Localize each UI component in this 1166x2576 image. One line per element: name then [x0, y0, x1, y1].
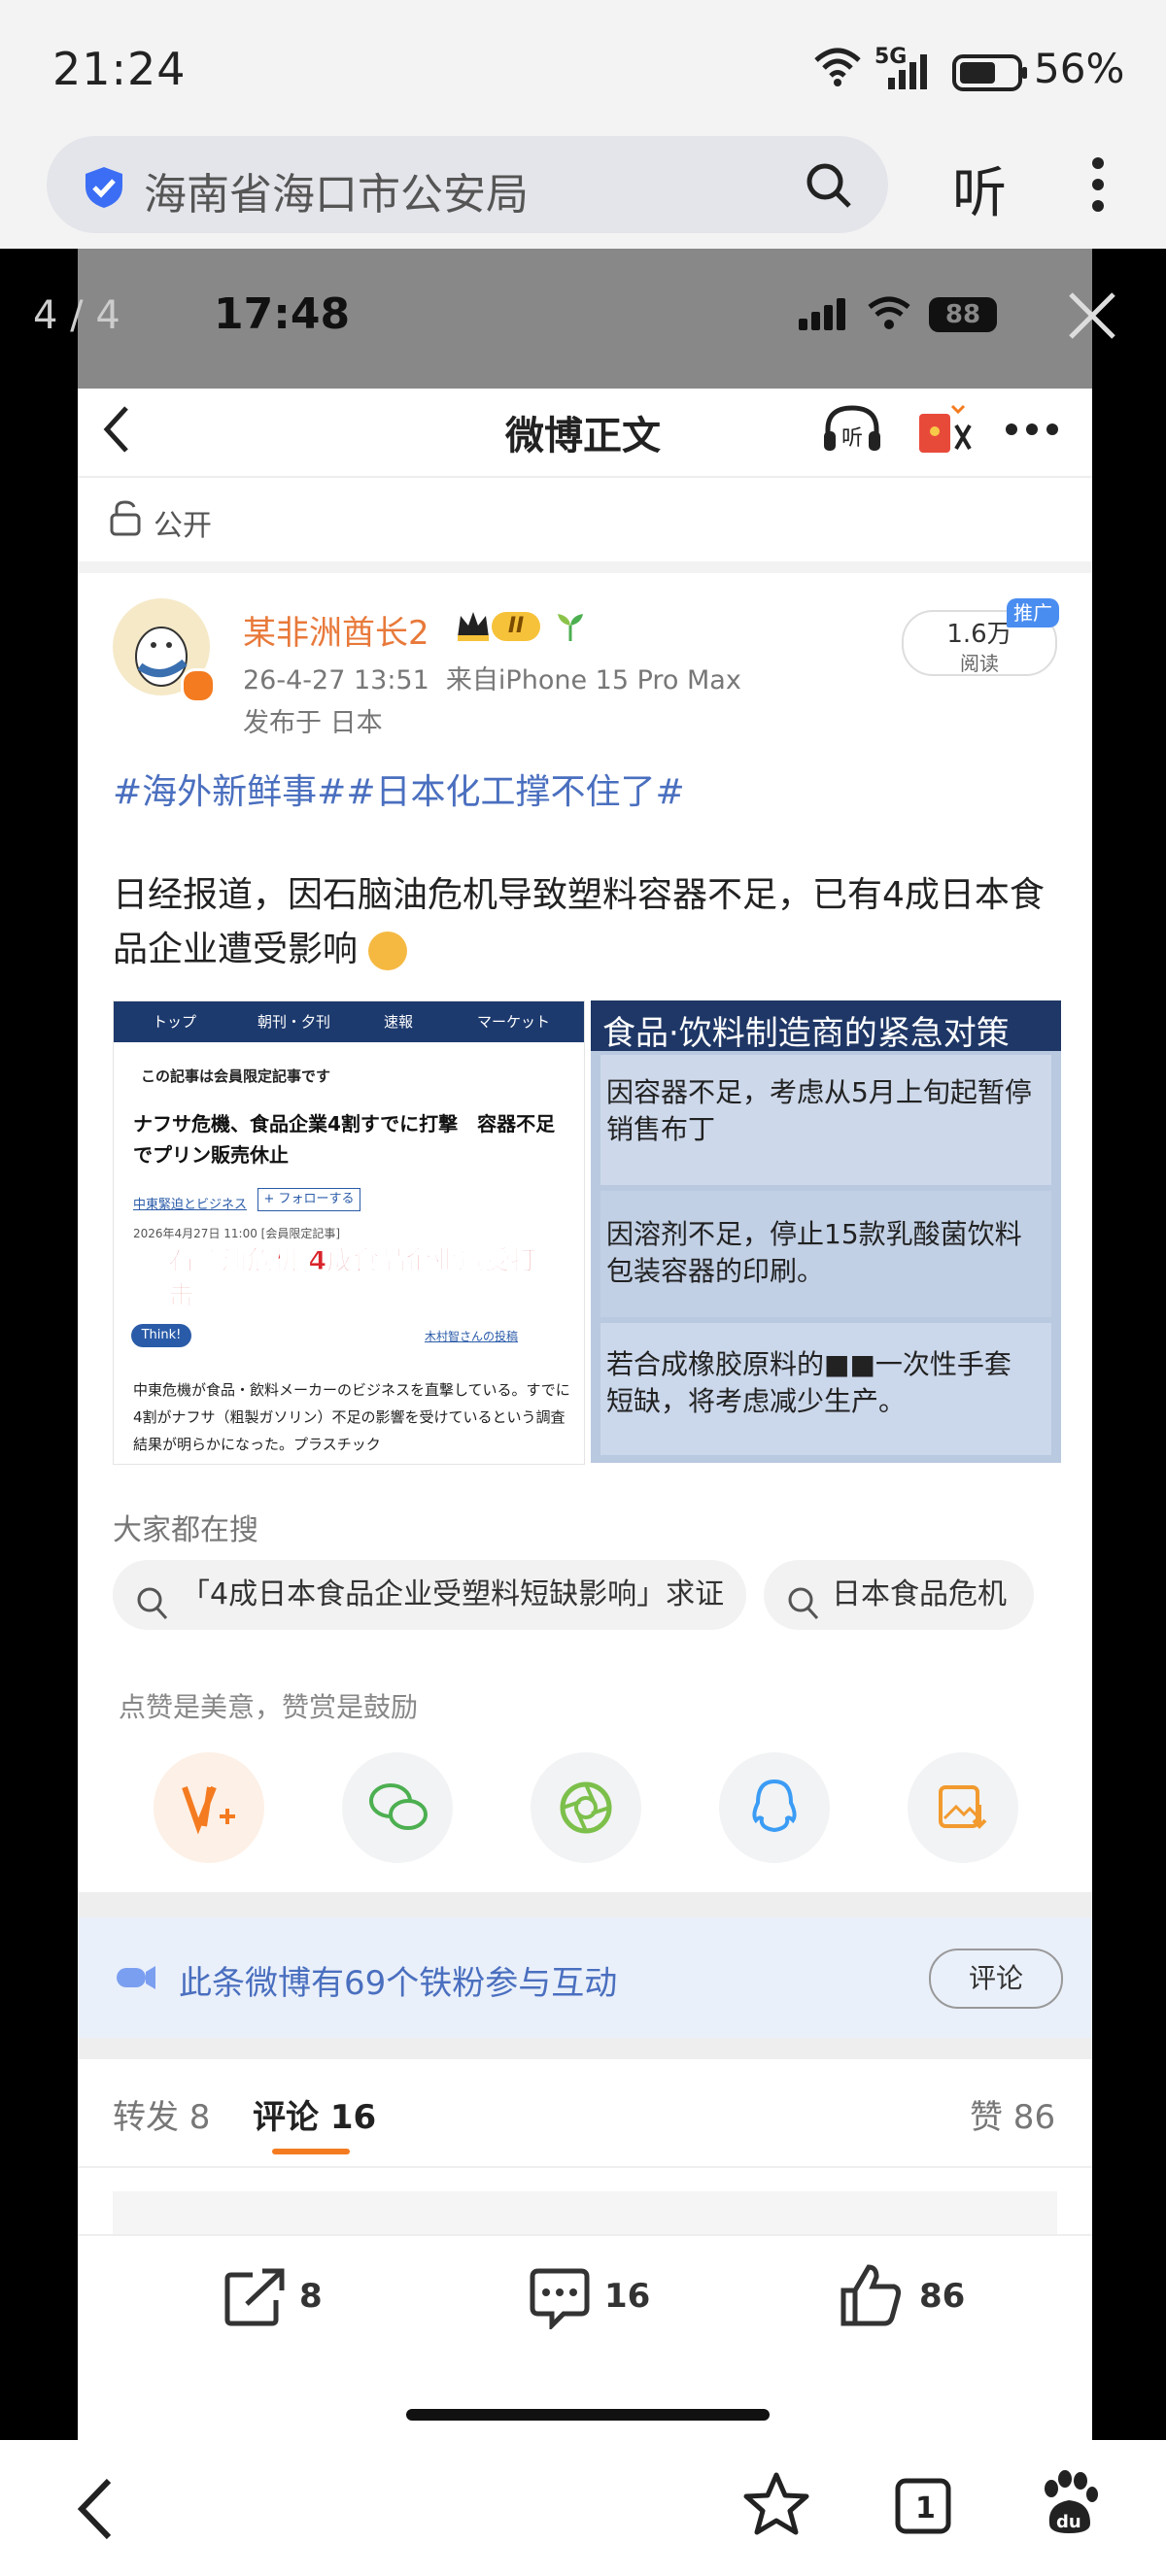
infographic-image[interactable]: 食品·饮料制造商的紧急对策 因容器不足，考虑从5月上旬起暂停销售布丁 因溶剂不足… — [591, 1000, 1061, 1463]
news-image[interactable]: トップ 朝刊・夕刊 速報 マーケット この記事は会員限定記事です ナフサ危機、食… — [113, 1000, 585, 1465]
members-only-notice: この記事は会員限定記事です — [141, 1068, 331, 1085]
news-follow: + フォローする — [257, 1188, 360, 1211]
weibo-post-screen: 微博正文 听 公开 某非洲酋长2 II 26-4-27 13:51 来自iPho… — [78, 389, 1092, 2440]
news-tab-4: マーケット — [477, 1013, 551, 1031]
close-icon[interactable] — [1067, 278, 1117, 357]
post-body-text: 日经报道，因石脑油危机导致塑料容器不足，已有4成日本食品企业遭受影响 — [113, 875, 1045, 969]
news-body: 中東危機が食品・飲料メーカーのビジネスを直撃している。すでに4割がナフサ（粗製ガ… — [133, 1381, 570, 1453]
status-time: 21:24 — [52, 43, 187, 95]
qq-icon — [752, 1779, 797, 1833]
news-date: 2026年4月27日 11:00 [会員限定記事] — [133, 1227, 341, 1240]
svg-text:du: du — [1056, 2512, 1081, 2532]
wifi-icon — [812, 47, 863, 91]
search-section-title: 大家都在搜 — [113, 1513, 258, 1547]
qq-share-button[interactable] — [719, 1752, 830, 1863]
repost-count[interactable]: 8 — [299, 2277, 323, 2316]
home-indicator — [406, 2409, 770, 2421]
search-chip-1[interactable]: 「4成日本食品企业受塑料短缺影响」求证 — [113, 1560, 746, 1630]
back-icon[interactable] — [101, 402, 130, 460]
fans-icon — [115, 1962, 157, 1997]
search-chip-1-label: 「4成日本食品企业受塑料短缺影响」求证 — [181, 1577, 725, 1611]
listen-button[interactable]: 听 — [952, 150, 1007, 228]
post-meta: 26-4-27 13:51 来自iPhone 15 Pro Max — [243, 665, 741, 695]
headphone-icon[interactable]: 听 — [820, 402, 884, 460]
search-chip-2-label: 日本食品危机 — [832, 1577, 1007, 1611]
like-count[interactable]: 86 — [919, 2277, 965, 2316]
wechat-share-button[interactable] — [342, 1752, 453, 1863]
read-label: 阅读 — [960, 652, 999, 675]
tab-indicator — [272, 2149, 350, 2154]
like-icon[interactable] — [840, 2263, 904, 2331]
crown-icon — [455, 608, 492, 647]
moments-share-button[interactable] — [531, 1752, 641, 1863]
comment-icon[interactable] — [529, 2267, 591, 2333]
infographic-title: 食品·饮料制造商的紧急对策 — [602, 1014, 1010, 1053]
verified-badge-icon — [181, 668, 216, 703]
browser-bottom-nav — [0, 2440, 1166, 2576]
sprout-icon — [554, 610, 587, 647]
promo-badge: 推广 — [1007, 598, 1059, 627]
infographic-item-2: 因溶剂不足，停止15款乳酸菌饮料包装容器的印刷。 — [606, 1218, 1022, 1287]
reward-text: 点赞是美意，赞赏是鼓励 — [119, 1691, 419, 1723]
comment-count[interactable]: 16 — [604, 2277, 650, 2316]
visibility-label: 公开 — [154, 509, 212, 543]
battery-icon — [952, 54, 1030, 97]
baidu-paw-icon[interactable]: du — [1038, 2469, 1100, 2541]
inner-status-time: 17:48 — [214, 289, 351, 339]
news-topic: 中東緊迫とビジネス — [133, 1198, 248, 1212]
lock-icon — [109, 499, 142, 540]
news-overlay-caption: 石脑油危机 4成食品企业遭受打击 — [168, 1246, 537, 1312]
svg-text:听: 听 — [841, 426, 863, 451]
search-icon[interactable] — [805, 161, 853, 214]
wechat-icon — [369, 1783, 428, 1830]
red-packet-icon[interactable] — [915, 400, 974, 462]
chip-search-icon — [136, 1577, 169, 1647]
v-plus-icon — [182, 1785, 235, 1835]
moments-icon — [560, 1781, 612, 1834]
news-tab-2: 朝刊・夕刊 — [257, 1013, 331, 1031]
hashtags[interactable]: #海外新鲜事##日本化工撑不住了# — [113, 763, 685, 814]
emoji-icon — [368, 932, 408, 970]
news-headline: ナフサ危機、食品企業4割すでに打撃 容器不足でプリン販売休止 — [133, 1112, 556, 1167]
search-query: 海南省海口市公安局 — [144, 170, 529, 220]
tab-repost[interactable]: 转发 8 — [113, 2090, 210, 2138]
tab-comment[interactable]: 评论 16 — [253, 2090, 376, 2138]
more-icon[interactable] — [1005, 422, 1059, 440]
post-body: 日经报道，因石脑油危机导致塑料容器不足，已有4成日本食品企业遭受影响 — [113, 868, 1065, 977]
author-name[interactable]: 某非洲酋长2 — [243, 606, 429, 654]
signal-icon — [884, 51, 933, 93]
search-chip-2[interactable]: 日本食品危机 — [764, 1560, 1034, 1630]
page-title: 微博正文 — [505, 414, 661, 458]
shield-icon — [84, 165, 124, 214]
bookmark-star-icon[interactable] — [742, 2471, 810, 2541]
browser-search-bar[interactable]: 海南省海口市公安局 — [47, 136, 888, 233]
think-badge: Think! — [131, 1324, 191, 1347]
page-counter: 4 / 4 — [33, 293, 120, 338]
infographic-item-1: 因容器不足，考虑从5月上旬起暂停销售布丁 — [606, 1076, 1032, 1145]
inner-wifi-icon — [867, 295, 911, 334]
browser-back-icon[interactable] — [76, 2477, 115, 2545]
battery-percent: 56% — [1034, 45, 1125, 92]
inner-signal-icon — [797, 297, 849, 334]
svg-text:1: 1 — [915, 2491, 936, 2525]
reward-button[interactable] — [154, 1752, 264, 1863]
news-commenter: 木村智さんの投稿 — [425, 1330, 519, 1343]
level-badge: II — [492, 612, 540, 641]
save-image-button[interactable] — [908, 1752, 1018, 1863]
chip-search-icon — [787, 1577, 820, 1647]
fans-comment-button[interactable]: 评论 — [929, 1949, 1063, 2009]
news-tab-1: トップ — [153, 1013, 197, 1031]
post-location: 发布于 日本 — [243, 708, 383, 738]
infographic-item-3: 若合成橡胶原料的■■一次性手套短缺，将考虑减少生产。 — [606, 1348, 1012, 1417]
inner-battery-icon: 88 — [929, 297, 997, 332]
tabs-count-icon[interactable]: 1 — [894, 2477, 952, 2539]
fans-text: 此条微博有69个铁粉参与互动 — [179, 1964, 618, 2003]
repost-icon[interactable] — [223, 2267, 286, 2331]
tab-like[interactable]: 赞 86 — [970, 2090, 1055, 2138]
more-menu-icon[interactable] — [1088, 155, 1108, 218]
news-tab-3: 速報 — [384, 1013, 414, 1031]
save-image-icon — [939, 1785, 987, 1829]
